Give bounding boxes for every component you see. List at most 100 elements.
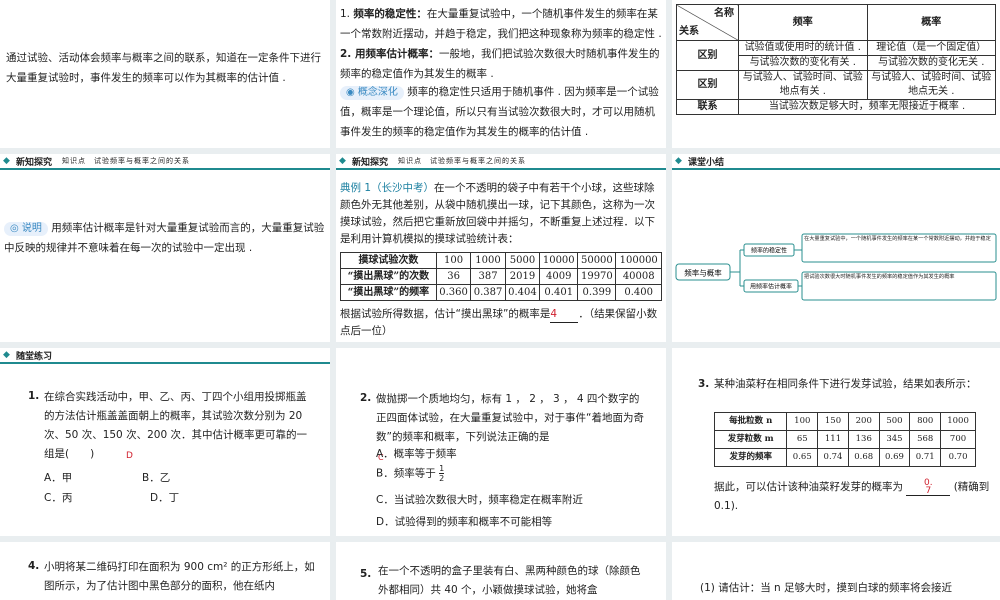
slide-concepts: 1. 频率的稳定性：在大量重复试验中，一个随机事件发生的频率在某一个常数附近摆动… xyxy=(336,0,666,148)
example-table-cell: 10000 xyxy=(539,252,579,269)
example-table-cell: 387 xyxy=(470,268,506,285)
q3-table-cell: 150 xyxy=(817,412,849,431)
example-table-row-header: “摸出黑球”的次数 xyxy=(340,268,437,285)
question-pre: 根据试验所得数据，估计“摸出黑球”的概率是 xyxy=(340,308,551,320)
branch-1-label: 频率的稳定性 xyxy=(751,247,787,255)
q3-table-row-header: 发芽粒数 m xyxy=(713,430,788,449)
header-title: 新知探究 xyxy=(16,157,53,168)
deepening-badge: ◉ 概念深化 xyxy=(340,86,404,100)
q3-table-row-header: 发芽的频率 xyxy=(713,448,788,467)
q1-answer: D xyxy=(126,451,133,461)
example-table-cell: 1000 xyxy=(470,252,506,269)
slide-practice-5: 5. 在一个不透明的盒子里装有白、黑两种颜色的球（除颜色外都相同）共 40 个，… xyxy=(336,542,666,600)
section-header: ◆ 课堂小结 xyxy=(672,154,1000,170)
q1-option-b[interactable]: B．乙 xyxy=(142,470,170,485)
slide-practice-4: 4. 小明将某二维码打印在面积为 900 cm² 的正方形纸上，如图所示，为了估… xyxy=(0,542,330,600)
head-probability: 概率 xyxy=(866,4,996,41)
q3-table-cell: 0.74 xyxy=(817,448,849,467)
example-table-cell: 0.400 xyxy=(615,284,662,301)
example-table-cell: 100000 xyxy=(615,252,662,269)
example-table-row: “摸出黑球”的频率 0.360 0.387 0.404 0.401 0.399 0.400 xyxy=(340,284,662,301)
head-frequency: 频率 xyxy=(738,4,868,41)
q3-table-cell: 0.69 xyxy=(878,448,911,467)
q3-table-cell: 100 xyxy=(786,412,819,431)
mind-map-connector xyxy=(730,249,744,287)
q4-text: 小明将某二维码打印在面积为 900 cm² 的正方形纸上，如图所示，为了估计图中… xyxy=(44,561,315,592)
example-table-row: 摸球试验次数 100 1000 5000 10000 50000 100000 xyxy=(340,252,662,269)
example-table-cell: 0.399 xyxy=(577,284,617,301)
q1-option-a[interactable]: A．甲 xyxy=(44,470,72,485)
flag-icon: ◆ xyxy=(339,156,346,166)
example-table-row: “摸出黑球”的次数 36 387 2019 4009 19970 40008 xyxy=(340,268,662,285)
q6-text: (1) 请估计：当 n 足够大时，摸到白球的频率将会接近 xyxy=(700,582,953,594)
info-icon: ◎ xyxy=(10,223,19,234)
q1-num: 1. xyxy=(28,390,40,402)
q2-fraction: 1 2 xyxy=(439,464,445,483)
q2-fraction-den: 2 xyxy=(439,474,445,483)
q2-option-c[interactable]: C．当试验次数很大时，频率稳定在概率附近 xyxy=(376,492,583,507)
q3-table-row: 发芽粒数 m 65 111 136 345 568 700 xyxy=(713,430,976,449)
q2-text: 做抛掷一个质地均匀，标有 1 ， 2 ， 3 ， 4 四个数字的正四面体试验，在… xyxy=(376,393,644,443)
example-table-cell: 0.360 xyxy=(435,284,472,301)
cell-prob-1: 理论值（是一个固定值） xyxy=(866,40,996,56)
example-table-cell: 5000 xyxy=(504,252,541,269)
q3-table-cell: 800 xyxy=(909,412,942,431)
slide-example: ◆ 新知探究 知识点 试验频率与概率之间的关系 典例 1（长沙中考）在一个不透明… xyxy=(336,154,666,342)
q3-table-cell: 0.65 xyxy=(786,448,819,467)
branch-2-detail: 把试验次数很大时随机事件发生的频率的稳定值作为其发生的概率 xyxy=(804,274,955,280)
example-table-cell: 50000 xyxy=(577,252,617,269)
cell-prob-3: 与试验人、试验时间、试验地点无关 . xyxy=(866,70,996,100)
q3-table-cell: 568 xyxy=(909,430,942,449)
example-table-cell: 100 xyxy=(435,252,472,269)
concept-key-estimation: 2. 用频率估计概率： xyxy=(340,48,439,60)
q3-table-row-header: 每批粒数 n xyxy=(713,412,788,431)
q3-table-cell: 500 xyxy=(878,412,911,431)
q1-text: 在综合实践活动中，甲、乙、丙、丁四个小组用投掷瓶盖的方法估计瓶盖盖面朝上的概率，… xyxy=(44,391,307,460)
q2-option-d[interactable]: D．试验得到的频率和概率不可能相等 xyxy=(376,514,552,529)
q3-table-cell: 200 xyxy=(847,412,880,431)
branch-1-detail: 在大量重复试验中，一个随机事件发生的频率在某一个常数附近摆动，并趋于稳定 xyxy=(804,236,991,242)
q3-table-cell: 136 xyxy=(847,430,880,449)
comparison-table: 名称 关系 频率 概率 区别 试验值或使用时的统计值 . 理论值（是一个固定值）… xyxy=(676,4,996,115)
q2-option-b[interactable]: B．频率等于 1 2 xyxy=(376,464,445,483)
slide-practice-6: (1) 请估计：当 n 足够大时，摸到白球的频率将会接近 xyxy=(672,542,1000,600)
example-table-cell: 4009 xyxy=(539,268,579,285)
cell-freq-2: 与试验次数的变化有关 . xyxy=(738,55,868,71)
q3-answer-bottom: 7 xyxy=(925,485,932,496)
row-label-diff-2: 区别 xyxy=(676,70,739,100)
slide-explain: ◆ 新知探究 知识点 试验频率与概率之间的关系 ◎ 说明 用频率估计概率是针对大… xyxy=(0,154,330,342)
mind-map: 频率与概率 频率的稳定性 在大量重复试验中，一个随机事件发生的频率在某一个常数附… xyxy=(675,233,997,301)
q5-text: 在一个不透明的盒子里装有白、黑两种颜色的球（除颜色外都相同）共 40 个，小颖做… xyxy=(378,565,641,596)
flag-icon: ◆ xyxy=(675,156,682,166)
example-text: 典例 1（长沙中考）在一个不透明的袋子中有若干个小球，这些球除颜色外无其他差别，… xyxy=(340,180,662,248)
slide-summary: ◆ 课堂小结 频率与概率 频率的稳定性 在大量重复试验中，一个随机事件发生的频率… xyxy=(672,154,1000,342)
flag-icon: ◆ xyxy=(3,350,10,360)
corner-bottom-label: 关系 xyxy=(679,26,699,37)
cell-relation: 当试验次数足够大时，频率无限接近于概率 . xyxy=(738,99,996,115)
q3-text: 某种油菜籽在相同条件下进行发芽试验，结果如表所示： xyxy=(714,378,977,390)
deepening-badge-label: 概念深化 xyxy=(357,87,398,98)
example-table-cell: 36 xyxy=(435,268,472,285)
concept-deepening: ◉ 概念深化 频率的稳定性只适用于随机事件 . 因为频率是一个试验值，概率是一个… xyxy=(340,82,662,142)
q3-table-cell: 65 xyxy=(786,430,819,449)
row-label-relation: 联系 xyxy=(676,99,739,115)
slide-objectives: 通过试验、活动体会频率与概率之间的联系，知道在一定条件下进行大量重复试验时，事件… xyxy=(0,0,330,148)
q3-table-cell: 345 xyxy=(878,430,911,449)
example-table-cell: 19970 xyxy=(577,268,617,285)
q1-option-c[interactable]: C．丙 xyxy=(44,490,72,505)
header-subtitle: 知识点 试验频率与概率之间的关系 xyxy=(62,157,191,165)
q3-table: 每批粒数 n 100 150 200 500 800 1000 发芽粒数 m 65 111 136 3… xyxy=(713,412,976,467)
example-table-row-header: “摸出黑球”的频率 xyxy=(340,284,437,301)
q1-option-d[interactable]: D．丁 xyxy=(150,490,179,505)
q3-table-cell: 111 xyxy=(817,430,849,449)
row-label-diff-1: 区别 xyxy=(676,40,739,71)
concept-estimation: 2. 用频率估计概率：一般地，我们把试验次数很大时随机事件发生的频率的稳定值作为… xyxy=(340,44,662,84)
concept-num: 1. xyxy=(340,8,351,20)
q2-option-a[interactable]: A．概率等于频率 xyxy=(376,446,457,461)
q2-fraction-num: 1 xyxy=(439,464,445,474)
q4-num: 4. xyxy=(28,560,40,572)
q3-table-row: 每批粒数 n 100 150 200 500 800 1000 xyxy=(713,412,976,431)
header-title: 课堂小结 xyxy=(688,157,725,168)
header-title: 新知探究 xyxy=(352,157,389,168)
corner-top-label: 名称 xyxy=(714,8,734,19)
